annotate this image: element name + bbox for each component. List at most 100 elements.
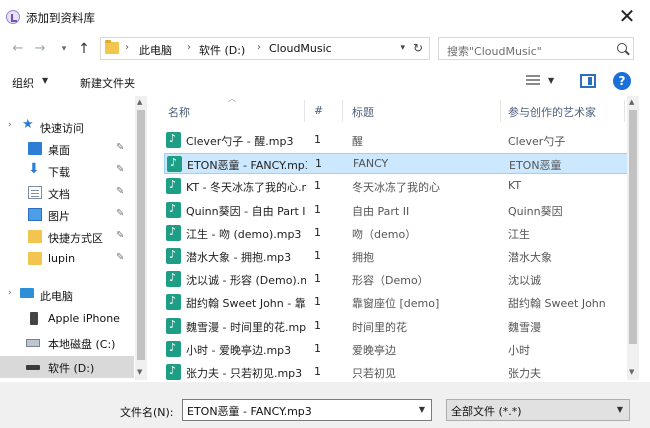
recent-locations-chevron-icon[interactable]: ▾ [56, 40, 72, 58]
breadcrumb-this-pc[interactable]: 此电脑 [139, 42, 172, 58]
nav-item-local-disk-c[interactable]: 本地磁盘 (C:) [0, 332, 134, 354]
star-icon: ★ [22, 117, 34, 132]
column-header-name[interactable]: 名称 [168, 104, 190, 120]
track-number-cell: 1 [314, 202, 321, 216]
music-file-icon [166, 294, 181, 311]
pin-icon[interactable]: ✎ [116, 142, 124, 153]
column-header-artist[interactable]: 参与创作的艺术家 [508, 104, 596, 120]
scroll-down-icon[interactable]: ▼ [629, 368, 634, 376]
forward-arrow-icon[interactable]: → [32, 40, 48, 58]
folder-icon [28, 252, 42, 265]
pin-icon[interactable]: ✎ [116, 164, 124, 175]
chevron-down-icon[interactable]: ▼ [617, 405, 623, 414]
nav-pane-scrollbar[interactable]: ▲ ▼ [135, 96, 147, 380]
pin-icon[interactable]: ✎ [116, 208, 124, 219]
pin-icon[interactable]: ✎ [116, 186, 124, 197]
file-row[interactable]: ETON恶童 - FANCY.mp31FANCYETON恶童F [164, 153, 636, 175]
breadcrumb-cloudmusic[interactable]: CloudMusic [269, 42, 332, 55]
file-row[interactable]: Clever勺子 - 醒.mp3 1 醒 Clever勺子 [164, 130, 636, 151]
help-icon[interactable]: ? [613, 72, 631, 90]
chevron-down-icon[interactable]: ▼ [419, 405, 425, 414]
scroll-down-icon[interactable]: ▼ [137, 368, 142, 376]
artist-cell: 甜约翰 Sweet John [508, 297, 606, 311]
nav-item-desktop[interactable]: 桌面 ✎ [0, 138, 134, 160]
file-name-cell: 张力夫 - 只若初见.mp3 [186, 367, 303, 380]
track-title-cell: 拥抱 [352, 251, 374, 264]
drive-icon [26, 365, 40, 370]
nav-item-label: 下载 [48, 166, 70, 179]
scrollbar-thumb[interactable] [137, 110, 145, 360]
track-number-cell: 1 [314, 295, 321, 309]
file-row[interactable]: 魏雪漫 - 时间里的花.mp3 1 时间里的花 魏雪漫 [164, 316, 636, 337]
file-name-cell: Clever勺子 - 醒.mp3 [186, 135, 294, 148]
file-name-input[interactable]: ETON恶童 - FANCY.mp3 ▼ [182, 399, 432, 421]
file-row[interactable]: 潜水大象 - 拥抱.mp3 1 拥抱 潜水大象 [164, 246, 636, 267]
nav-item-label: 此电脑 [40, 290, 73, 303]
nav-item-lupin[interactable]: lupin ✎ [0, 248, 134, 270]
track-number-cell: 1 [314, 272, 321, 286]
file-row[interactable]: Quinn葵因 - 自由 Part II.mp3 1 自由 Part II Quinn… [164, 200, 636, 221]
up-arrow-icon[interactable]: ↑ [76, 40, 92, 58]
new-folder-button[interactable]: 新建文件夹 [80, 75, 135, 91]
nav-item-pictures[interactable]: 图片 ✎ [0, 204, 134, 226]
search-box[interactable]: 搜索"CloudMusic" [438, 37, 634, 60]
sort-ascending-icon: ︿ [228, 96, 236, 103]
nav-item-apple-iphone[interactable]: Apple iPhone [0, 308, 134, 330]
nav-item-documents[interactable]: 文档 ✎ [0, 182, 134, 204]
address-dropdown-icon[interactable]: ▾ [400, 43, 405, 53]
column-divider[interactable] [304, 100, 305, 122]
file-name-value[interactable]: ETON恶童 - FANCY.mp3 [187, 403, 312, 419]
track-title-cell: 醒 [352, 135, 363, 148]
view-options-icon[interactable] [526, 75, 540, 87]
file-row[interactable]: 江生 - 吻 (demo).mp3 1 吻（demo） 江生 [164, 223, 636, 244]
scroll-up-icon[interactable]: ▲ [629, 98, 634, 106]
navigation-row: ← → ▾ ↑ › 此电脑 › 软件 (D:) › CloudMusic ▾ ↻… [0, 34, 650, 64]
file-row[interactable]: 小时 - 爱晚亭边.mp3 1 爱晚亭边 小时 [164, 339, 636, 360]
expand-chevron-icon[interactable]: › [8, 120, 12, 130]
column-header-title[interactable]: 标题 [352, 104, 374, 120]
track-number-cell: 1 [314, 249, 321, 262]
organize-button[interactable]: 组织 [12, 75, 34, 91]
preview-pane-icon[interactable] [580, 74, 596, 88]
file-row[interactable]: 甜约翰 Sweet John - 靠窗座位.mp3 1 靠窗座位 [demo] 甜约翰… [164, 292, 636, 313]
file-list-scrollbar[interactable]: ▲ ▼ [627, 96, 639, 380]
address-bar[interactable]: › 此电脑 › 软件 (D:) › CloudMusic ▾ ↻ [100, 37, 430, 60]
refresh-icon[interactable]: ↻ [413, 41, 423, 55]
scroll-up-icon[interactable]: ▲ [137, 98, 142, 106]
file-type-value[interactable]: 全部文件 (*.*) [451, 403, 522, 419]
nav-item-this-pc[interactable]: › 此电脑 [0, 284, 134, 306]
close-button[interactable]: ✕ [604, 0, 650, 32]
track-number-cell: 1 [314, 318, 321, 332]
column-header-number[interactable]: # [314, 104, 323, 117]
nav-item-quick-access[interactable]: › ★ 快速访问 [0, 116, 134, 138]
breadcrumb-separator[interactable]: › [257, 42, 261, 53]
breadcrumb-separator[interactable]: › [187, 42, 191, 53]
file-row[interactable]: 沈以诚 - 形容 (Demo).mp3 1 形容（Demo） 沈以诚 [164, 269, 636, 290]
search-input[interactable]: 搜索"CloudMusic" [447, 43, 542, 59]
nav-item-shortcuts[interactable]: 快捷方式区 ✎ [0, 226, 134, 248]
column-divider[interactable] [500, 100, 501, 122]
file-row[interactable]: 张力夫 - 只若初见.mp3 1 只若初见 张力夫 [164, 362, 636, 380]
expand-chevron-icon[interactable]: › [8, 288, 12, 298]
file-type-select[interactable]: 全部文件 (*.*) ▼ [446, 399, 630, 421]
breadcrumb-separator[interactable]: › [125, 42, 129, 53]
artist-cell: 张力夫 [508, 367, 541, 380]
pin-icon[interactable]: ✎ [116, 230, 124, 241]
nav-item-downloads[interactable]: ⬇ 下载 ✎ [0, 160, 134, 182]
nav-item-software-d[interactable]: 软件 (D:) [0, 356, 134, 378]
column-divider[interactable] [624, 100, 625, 122]
back-arrow-icon[interactable]: ← [10, 40, 26, 58]
column-divider[interactable] [342, 100, 343, 122]
chevron-down-icon[interactable]: ▼ [42, 76, 48, 85]
search-icon[interactable] [617, 43, 627, 53]
breadcrumb-drive-d[interactable]: 软件 (D:) [199, 42, 245, 58]
artist-cell: ETON恶童 [509, 159, 562, 173]
file-row[interactable]: KT - 冬天冰冻了我的心.mp3 1 冬天冰冻了我的心 KT [164, 176, 636, 197]
nav-item-label: 桌面 [48, 144, 70, 157]
scrollbar-thumb[interactable] [629, 110, 637, 344]
artist-cell: 潜水大象 [508, 251, 552, 264]
file-name-cell: Quinn葵因 - 自由 Part II.mp3 [186, 204, 306, 218]
chevron-down-icon[interactable]: ▼ [548, 76, 554, 85]
file-list: ︿ 名称 # 标题 参与创作的艺术家 Clever勺子 - 醒.mp31醒Cle… [154, 96, 636, 380]
pin-icon[interactable]: ✎ [116, 252, 124, 263]
